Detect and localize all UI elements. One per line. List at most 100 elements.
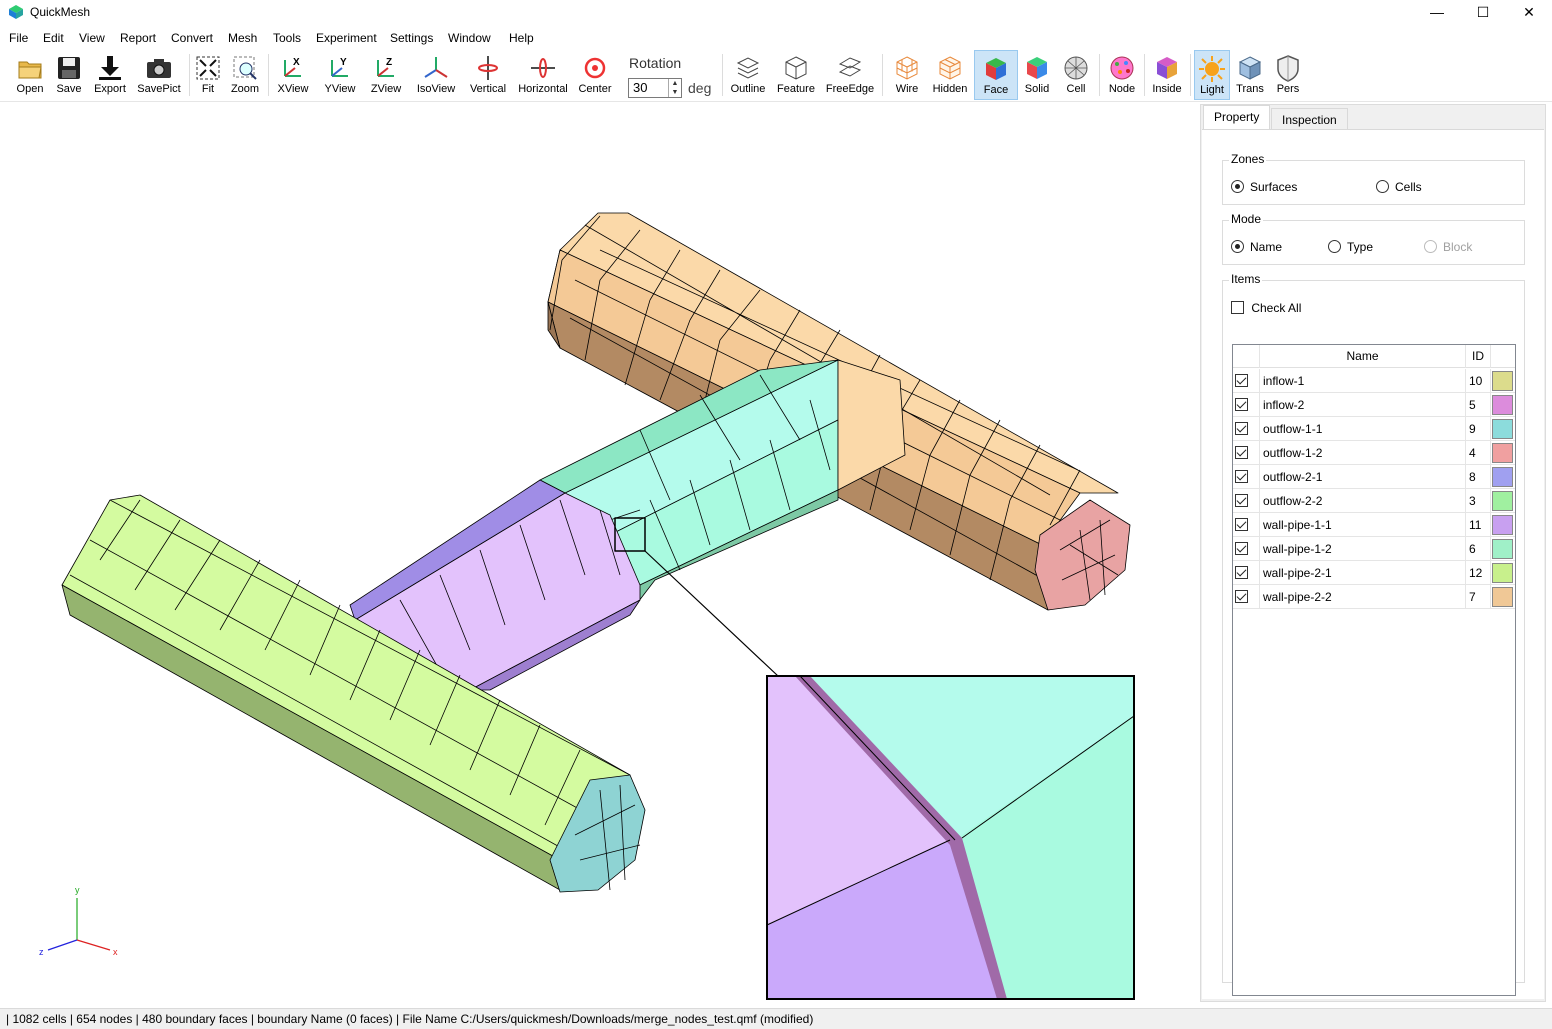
center-button[interactable]: Center xyxy=(576,50,614,100)
menu-file[interactable]: File xyxy=(9,31,28,45)
isoview-button[interactable]: IsoView xyxy=(412,50,460,100)
row-checkbox[interactable] xyxy=(1235,542,1248,555)
tab-inspection[interactable]: Inspection xyxy=(1271,108,1348,130)
table-row[interactable]: outflow-1-1 9 xyxy=(1233,417,1515,441)
row-color-swatch[interactable] xyxy=(1492,371,1513,391)
row-color-swatch[interactable] xyxy=(1492,419,1513,439)
vertical-rotate-icon xyxy=(478,56,498,80)
horizontal-rotate-button[interactable]: Horizontal xyxy=(514,50,572,100)
table-row[interactable]: outflow-2-1 8 xyxy=(1233,465,1515,489)
inside-button[interactable]: Inside xyxy=(1149,50,1185,100)
row-checkbox[interactable] xyxy=(1235,566,1248,579)
menu-tools[interactable]: Tools xyxy=(273,31,301,45)
zview-button[interactable]: Z ZView xyxy=(366,50,406,100)
radio-type[interactable]: Type xyxy=(1328,240,1373,254)
wire-label: Wire xyxy=(895,83,919,95)
row-checkbox[interactable] xyxy=(1235,446,1248,459)
check-all[interactable]: Check All xyxy=(1231,301,1301,315)
feature-button[interactable]: Feature xyxy=(773,50,819,100)
wire-button[interactable]: Wire xyxy=(888,50,926,100)
node-button[interactable]: Node xyxy=(1104,50,1140,100)
column-divider xyxy=(1259,417,1260,441)
menu-mesh[interactable]: Mesh xyxy=(228,31,257,45)
column-divider xyxy=(1465,585,1466,609)
table-row[interactable]: inflow-1 10 xyxy=(1233,369,1515,393)
row-checkbox[interactable] xyxy=(1235,518,1248,531)
menu-help[interactable]: Help xyxy=(509,31,534,45)
check-all-checkbox[interactable] xyxy=(1231,301,1244,314)
axis-z-label: z xyxy=(39,947,44,957)
solid-button[interactable]: Solid xyxy=(1020,50,1054,100)
row-color-swatch[interactable] xyxy=(1492,395,1513,415)
cell-button[interactable]: Cell xyxy=(1058,50,1094,100)
row-color-swatch[interactable] xyxy=(1492,491,1513,511)
toolbar-separator xyxy=(189,54,190,96)
table-row[interactable]: wall-pipe-2-2 7 xyxy=(1233,585,1515,609)
axis-triad: y x z xyxy=(39,885,118,957)
radio-name[interactable]: Name xyxy=(1231,240,1282,254)
zoom-button[interactable]: Zoom xyxy=(228,50,262,100)
table-row[interactable]: inflow-2 5 xyxy=(1233,393,1515,417)
menu-report[interactable]: Report xyxy=(120,31,156,45)
row-checkbox[interactable] xyxy=(1235,470,1248,483)
row-color-swatch[interactable] xyxy=(1492,443,1513,463)
close-button[interactable]: ✕ xyxy=(1506,0,1552,26)
open-button[interactable]: Open xyxy=(10,50,50,100)
download-arrow-icon xyxy=(99,56,121,80)
row-color-swatch[interactable] xyxy=(1492,563,1513,583)
row-color-swatch[interactable] xyxy=(1492,587,1513,607)
freeedge-button[interactable]: FreeEdge xyxy=(823,50,877,100)
maximize-button[interactable]: ☐ xyxy=(1460,0,1506,26)
radio-block-label: Block xyxy=(1443,240,1473,254)
radio-surfaces[interactable]: Surfaces xyxy=(1231,180,1297,194)
save-button[interactable]: Save xyxy=(50,50,88,100)
row-color-swatch[interactable] xyxy=(1492,515,1513,535)
table-row[interactable]: outflow-2-2 3 xyxy=(1233,489,1515,513)
menu-view[interactable]: View xyxy=(79,31,105,45)
header-check xyxy=(1233,345,1260,368)
table-row[interactable]: wall-pipe-2-1 12 xyxy=(1233,561,1515,585)
table-row[interactable]: wall-pipe-1-1 11 xyxy=(1233,513,1515,537)
row-checkbox[interactable] xyxy=(1235,494,1248,507)
pers-button[interactable]: Pers xyxy=(1271,50,1305,100)
row-checkbox[interactable] xyxy=(1235,590,1248,603)
column-divider xyxy=(1465,513,1466,537)
mesh-viewport[interactable]: y x z xyxy=(0,103,1192,1008)
menu-settings[interactable]: Settings xyxy=(390,31,433,45)
export-button[interactable]: Export xyxy=(88,50,132,100)
hidden-button[interactable]: Hidden xyxy=(930,50,970,100)
row-checkbox[interactable] xyxy=(1235,398,1248,411)
table-row[interactable]: wall-pipe-1-2 6 xyxy=(1233,537,1515,561)
vertical-rotate-button[interactable]: Vertical xyxy=(466,50,510,100)
row-checkbox[interactable] xyxy=(1235,422,1248,435)
menu-window[interactable]: Window xyxy=(448,31,491,45)
menu-edit[interactable]: Edit xyxy=(43,31,64,45)
yview-button[interactable]: Y YView xyxy=(320,50,360,100)
row-color-swatch[interactable] xyxy=(1492,539,1513,559)
save-label: Save xyxy=(56,83,82,95)
table-row[interactable]: outflow-1-2 4 xyxy=(1233,441,1515,465)
savepict-button[interactable]: SavePict xyxy=(134,50,184,100)
row-name: wall-pipe-1-2 xyxy=(1263,542,1332,556)
row-name: inflow-1 xyxy=(1263,374,1305,388)
mode-title: Mode xyxy=(1229,212,1264,226)
menu-experiment[interactable]: Experiment xyxy=(316,31,377,45)
minimize-button[interactable]: — xyxy=(1414,0,1460,26)
xview-button[interactable]: X XView xyxy=(274,50,312,100)
row-name: wall-pipe-2-2 xyxy=(1263,590,1332,604)
mode-group: Mode Name Type Block xyxy=(1222,212,1525,265)
tab-property[interactable]: Property xyxy=(1203,105,1271,130)
window-title: QuickMesh xyxy=(30,5,91,19)
outline-button[interactable]: Outline xyxy=(727,50,769,100)
zoom-label: Zoom xyxy=(230,83,260,95)
face-button[interactable]: Face xyxy=(974,50,1018,100)
row-checkbox[interactable] xyxy=(1235,374,1248,387)
light-button[interactable]: Light xyxy=(1194,50,1230,100)
menu-convert[interactable]: Convert xyxy=(171,31,213,45)
trans-button[interactable]: Trans xyxy=(1232,50,1268,100)
rotation-spinner[interactable]: ▲ ▼ xyxy=(668,79,681,97)
axis-y-view-icon: Y xyxy=(331,57,348,77)
row-color-swatch[interactable] xyxy=(1492,467,1513,487)
fit-button[interactable]: Fit xyxy=(193,50,223,100)
radio-cells[interactable]: Cells xyxy=(1376,180,1422,194)
